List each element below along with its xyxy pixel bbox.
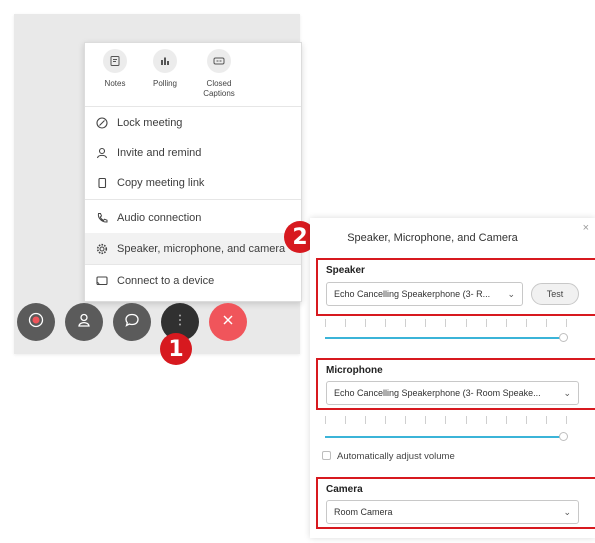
audio-connection-label: Audio connection bbox=[117, 211, 202, 224]
audio-connection-item[interactable]: Audio connection bbox=[85, 202, 301, 233]
microphone-section: Microphone Echo Cancelling Speakerphone … bbox=[316, 358, 595, 410]
more-options-menu: Notes Polling Closed Captions Lock meeti… bbox=[84, 42, 302, 302]
speaker-microphone-camera-dialog: Speaker, Microphone, and Camera × Speake… bbox=[310, 218, 595, 538]
invite-and-remind-label: Invite and remind bbox=[117, 146, 202, 159]
notes-label: Notes bbox=[104, 79, 126, 88]
speaker-volume-slider[interactable] bbox=[559, 333, 568, 342]
chevron-down-icon: ⌄ bbox=[507, 289, 515, 299]
participants-button[interactable] bbox=[65, 303, 103, 341]
speaker-device-value: Echo Cancelling Speakerphone (3- R... bbox=[334, 289, 491, 299]
quick-actions-row: Notes Polling Closed Captions bbox=[85, 43, 301, 107]
chevron-down-icon: ⌄ bbox=[563, 388, 571, 398]
camera-section: Camera Room Camera ⌄ bbox=[316, 477, 595, 529]
closed-captions-label: Closed Captions bbox=[203, 79, 235, 98]
speaker-microphone-camera-item[interactable]: Speaker, microphone, and camera bbox=[85, 233, 301, 264]
record-icon bbox=[28, 312, 44, 333]
close-icon bbox=[221, 313, 235, 332]
copy-icon bbox=[95, 176, 109, 190]
microphone-device-value: Echo Cancelling Speakerphone (3- Room Sp… bbox=[334, 388, 541, 398]
invite-and-remind-item[interactable]: Invite and remind bbox=[85, 137, 301, 168]
microphone-title: Microphone bbox=[326, 365, 383, 376]
microphone-volume-slider[interactable] bbox=[559, 432, 568, 441]
speaker-microphone-camera-label: Speaker, microphone, and camera bbox=[117, 242, 286, 255]
chat-icon bbox=[124, 312, 140, 333]
lock-meeting-item[interactable]: Lock meeting bbox=[85, 107, 301, 138]
meeting-controls-panel: Notes Polling Closed Captions Lock meeti… bbox=[14, 14, 302, 354]
participants-icon bbox=[76, 312, 92, 333]
microphone-volume-ticks bbox=[325, 416, 567, 424]
auto-adjust-volume-label: Automatically adjust volume bbox=[337, 451, 455, 462]
microphone-volume-fill bbox=[325, 436, 563, 438]
speaker-section: Speaker Echo Cancelling Speakerphone (3-… bbox=[316, 258, 595, 316]
phone-icon bbox=[95, 211, 109, 225]
chevron-down-icon: ⌄ bbox=[563, 507, 571, 517]
dialog-close-button[interactable]: × bbox=[583, 222, 589, 234]
polling-icon bbox=[153, 49, 177, 73]
closed-captions-button[interactable]: Closed Captions bbox=[191, 49, 247, 99]
lock-meeting-label: Lock meeting bbox=[117, 116, 183, 129]
camera-title: Camera bbox=[326, 484, 363, 495]
invite-icon bbox=[95, 146, 109, 160]
notes-button[interactable]: Notes bbox=[87, 49, 143, 89]
speaker-title: Speaker bbox=[326, 265, 365, 276]
camera-select[interactable]: Room Camera ⌄ bbox=[326, 500, 579, 524]
notes-icon bbox=[103, 49, 127, 73]
speaker-select[interactable]: Echo Cancelling Speakerphone (3- R... ⌄ bbox=[326, 282, 523, 306]
connect-to-device-item[interactable]: Connect to a device bbox=[85, 265, 301, 296]
chat-button[interactable] bbox=[113, 303, 151, 341]
connect-to-device-label: Connect to a device bbox=[117, 274, 215, 287]
cast-icon bbox=[95, 274, 109, 288]
speaker-volume-ticks bbox=[325, 319, 567, 327]
step-1-badge: 1 bbox=[160, 333, 192, 365]
speaker-volume-fill bbox=[325, 337, 563, 339]
record-button[interactable] bbox=[17, 303, 55, 341]
more-icon bbox=[178, 313, 182, 332]
polling-button[interactable]: Polling bbox=[137, 49, 193, 89]
leave-meeting-button[interactable] bbox=[209, 303, 247, 341]
gear-icon bbox=[95, 242, 109, 256]
lock-meeting-icon bbox=[95, 116, 109, 130]
polling-label: Polling bbox=[152, 79, 177, 88]
closed-captions-icon bbox=[207, 49, 231, 73]
camera-device-value: Room Camera bbox=[334, 507, 393, 517]
speaker-test-button[interactable]: Test bbox=[531, 283, 579, 305]
copy-meeting-link-label: Copy meeting link bbox=[117, 176, 205, 189]
auto-adjust-volume-checkbox[interactable] bbox=[322, 451, 331, 460]
menu-divider bbox=[85, 199, 301, 200]
copy-meeting-link-item[interactable]: Copy meeting link bbox=[85, 167, 301, 198]
microphone-select[interactable]: Echo Cancelling Speakerphone (3- Room Sp… bbox=[326, 381, 579, 405]
dialog-title: Speaker, Microphone, and Camera bbox=[347, 232, 518, 244]
